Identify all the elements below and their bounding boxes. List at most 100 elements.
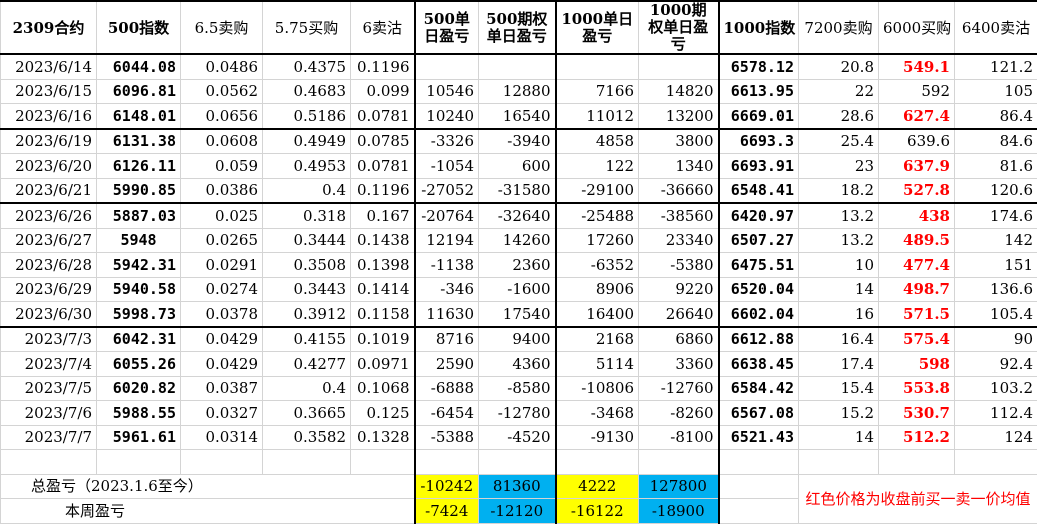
row-idx1000: 6602.04	[719, 302, 799, 327]
row-date: 2023/6/30	[1, 302, 97, 327]
week-daily1000: -16122	[556, 499, 639, 524]
row-date: 2023/6/29	[1, 277, 97, 302]
row-opt500: 4360	[479, 352, 556, 377]
header-buy575: 5.75买购	[263, 1, 351, 54]
row-opt1000: -5380	[639, 253, 719, 278]
table-row: 2023/6/156096.810.05620.46830.0991054612…	[1, 79, 1037, 104]
row-opt500: -12780	[479, 401, 556, 426]
row-sell6: 0.1328	[351, 425, 415, 450]
row-buy575: 0.4683	[263, 79, 351, 104]
row-daily500: 12194	[415, 228, 479, 253]
row-date: 2023/6/27	[1, 228, 97, 253]
row-daily500	[415, 54, 479, 79]
row-sell7200: 15.2	[799, 401, 879, 426]
row-sell6: 0.0971	[351, 352, 415, 377]
row-buy575: 0.3508	[263, 253, 351, 278]
row-opt1000: -38560	[639, 203, 719, 228]
row-opt500: -4520	[479, 425, 556, 450]
row-opt500: -32640	[479, 203, 556, 228]
row-buy6000: 527.8	[879, 178, 955, 203]
row-sell6400: 142	[955, 228, 1037, 253]
row-opt500: -3940	[479, 129, 556, 154]
row-buy575: 0.4	[263, 178, 351, 203]
row-idx1000: 6613.95	[719, 79, 799, 104]
row-opt1000: 23340	[639, 228, 719, 253]
row-sell65: 0.059	[181, 154, 263, 179]
row-sell6: 0.1196	[351, 54, 415, 79]
table-row: 2023/6/2759480.02650.34440.1438121941426…	[1, 228, 1037, 253]
table-row: 2023/7/75961.610.03140.35820.1328-5388-4…	[1, 425, 1037, 450]
row-opt1000: 1340	[639, 154, 719, 179]
row-opt500: 12880	[479, 79, 556, 104]
row-buy6000: 639.6	[879, 129, 955, 154]
row-daily1000: -3468	[556, 401, 639, 426]
header-opt500-text: 500期权单日盈亏	[486, 10, 547, 45]
row-daily500: 11630	[415, 302, 479, 327]
header-sell6400: 6400卖沽	[955, 1, 1037, 54]
row-daily500: 8716	[415, 327, 479, 352]
header-buy6000: 6000买购	[879, 1, 955, 54]
row-daily1000: -6352	[556, 253, 639, 278]
row-sell6400: 120.6	[955, 178, 1037, 203]
blank-cell	[719, 474, 799, 499]
row-date: 2023/6/26	[1, 203, 97, 228]
table-row: 2023/6/146044.080.04860.43750.11966578.1…	[1, 54, 1037, 79]
row-buy575: 0.318	[263, 203, 351, 228]
blank-cell	[879, 450, 955, 475]
row-date: 2023/7/7	[1, 425, 97, 450]
total-opt500: 81360	[479, 474, 556, 499]
row-idx1000: 6584.42	[719, 376, 799, 401]
blank-cell	[351, 450, 415, 475]
row-opt500: -8580	[479, 376, 556, 401]
row-buy6000: 598	[879, 352, 955, 377]
row-idx1000: 6693.91	[719, 154, 799, 179]
total-label: 总盈亏（2023.1.6至今）	[1, 474, 415, 499]
total-daily1000: 4222	[556, 474, 639, 499]
row-date: 2023/6/14	[1, 54, 97, 79]
row-idx500: 5887.03	[97, 203, 181, 228]
row-daily500: -6888	[415, 376, 479, 401]
total-row: 总盈亏（2023.1.6至今） -10242 81360 4222 127800…	[1, 474, 1037, 499]
row-sell65: 0.0386	[181, 178, 263, 203]
row-daily500: -1138	[415, 253, 479, 278]
pnl-table: 2309合约 500指数 6.5卖购 5.75买购 6卖沽 500单日盈亏 50…	[0, 0, 1037, 524]
blank-cell	[955, 450, 1037, 475]
row-opt1000: 3360	[639, 352, 719, 377]
table-row: 2023/7/36042.310.04290.41550.10198716940…	[1, 327, 1037, 352]
row-idx500: 5942.31	[97, 253, 181, 278]
table-row: 2023/6/265887.030.0250.3180.167-20764-32…	[1, 203, 1037, 228]
row-buy575: 0.3912	[263, 302, 351, 327]
row-idx1000: 6521.43	[719, 425, 799, 450]
total-opt1000: 127800	[639, 474, 719, 499]
blank-cell	[556, 450, 639, 475]
table-row: 2023/6/285942.310.02910.35080.1398-11382…	[1, 253, 1037, 278]
row-sell6: 0.1398	[351, 253, 415, 278]
header-contract: 2309合约	[1, 1, 97, 54]
row-sell65: 0.0656	[181, 104, 263, 129]
row-idx500: 6042.31	[97, 327, 181, 352]
row-date: 2023/6/20	[1, 154, 97, 179]
row-sell7200: 18.2	[799, 178, 879, 203]
row-daily500: -5388	[415, 425, 479, 450]
row-idx500: 6131.38	[97, 129, 181, 154]
header-idx500: 500指数	[97, 1, 181, 54]
row-idx500: 5961.61	[97, 425, 181, 450]
table-row: 2023/6/196131.380.06080.49490.0785-3326-…	[1, 129, 1037, 154]
row-opt1000: -8100	[639, 425, 719, 450]
row-idx1000: 6669.01	[719, 104, 799, 129]
row-idx1000: 6693.3	[719, 129, 799, 154]
row-sell7200: 22	[799, 79, 879, 104]
table-row: 2023/7/65988.550.03270.36650.125-6454-12…	[1, 401, 1037, 426]
row-buy6000: 512.2	[879, 425, 955, 450]
row-daily1000: -25488	[556, 203, 639, 228]
row-sell7200: 13.2	[799, 203, 879, 228]
row-opt1000	[639, 54, 719, 79]
row-sell65: 0.0486	[181, 54, 263, 79]
row-sell6: 0.1196	[351, 178, 415, 203]
row-sell7200: 17.4	[799, 352, 879, 377]
row-opt1000: -8260	[639, 401, 719, 426]
row-sell6: 0.1438	[351, 228, 415, 253]
row-sell65: 0.0378	[181, 302, 263, 327]
row-opt500: -31580	[479, 178, 556, 203]
row-sell65: 0.0608	[181, 129, 263, 154]
